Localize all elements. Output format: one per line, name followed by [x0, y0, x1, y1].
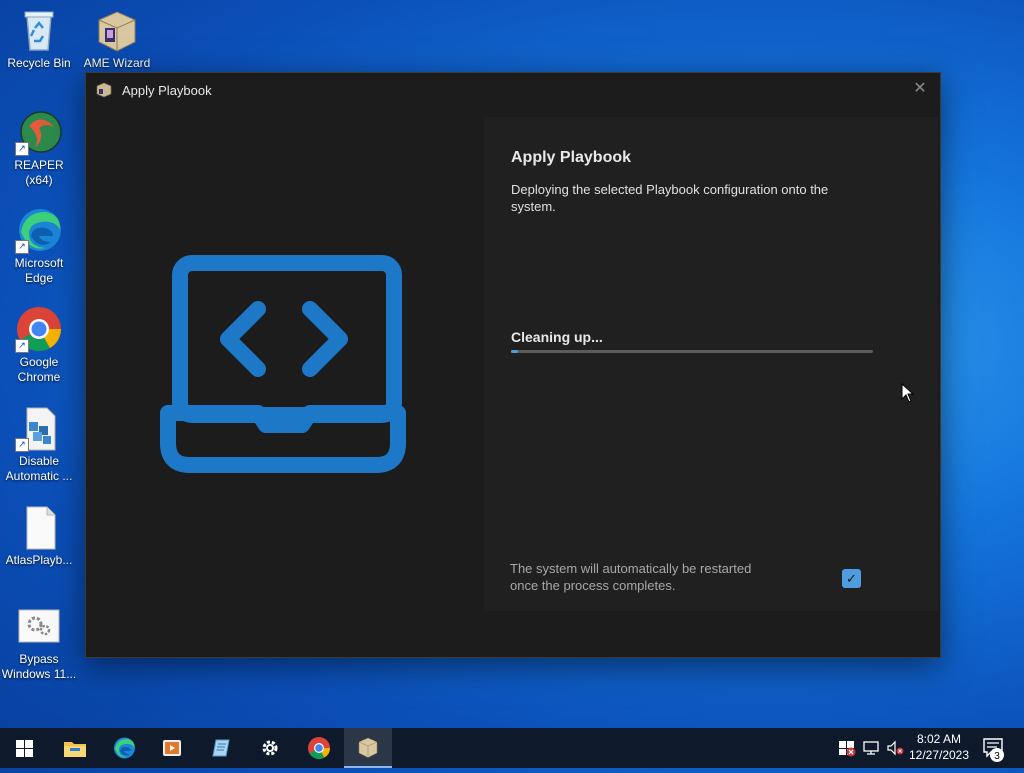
mouse-cursor-icon	[901, 382, 915, 403]
desktop-icon-label: Disable Automatic ...	[5, 454, 73, 483]
window-title: Apply Playbook	[122, 83, 212, 98]
desktop-icon-chrome[interactable]: ↗ Google Chrome	[0, 305, 78, 385]
desktop-icon-disable-automatic[interactable]: ↗ Disable Automatic ...	[0, 404, 78, 484]
security-shield-icon[interactable]	[838, 739, 856, 757]
desktop-icon-label: AtlasPlayb...	[5, 553, 73, 567]
blank-file-icon	[15, 503, 63, 551]
start-button[interactable]	[0, 728, 48, 768]
desktop-icon-bypass-windows[interactable]: Bypass Windows 11...	[0, 602, 78, 682]
checkmark-icon: ✓	[846, 571, 857, 586]
notepad-icon	[212, 739, 230, 757]
desktop-icon-recycle-bin[interactable]: Recycle Bin	[0, 6, 78, 71]
volume-muted-icon[interactable]	[886, 739, 904, 757]
reaper-icon: ↗	[15, 108, 63, 156]
apply-playbook-window: Apply Playbook ✕ Apply Playbook Deployin…	[85, 72, 941, 658]
edge-icon: ↗	[15, 206, 63, 254]
taskbar: 8:02 AM 12/27/2023 3	[0, 728, 1024, 768]
notification-count-badge: 3	[994, 751, 1000, 762]
chrome-icon	[308, 737, 330, 759]
close-icon: ✕	[913, 80, 927, 97]
desktop-icon-label: Microsoft Edge	[14, 256, 64, 285]
ame-wizard-icon	[95, 81, 113, 99]
progress-bar	[511, 350, 873, 353]
content-panel: Apply Playbook Deploying the selected Pl…	[484, 117, 938, 611]
shortcut-arrow-icon: ↗	[15, 339, 29, 353]
shortcut-arrow-icon: ↗	[15, 240, 29, 254]
desktop-icon-label: Recycle Bin	[7, 56, 71, 70]
page-description: Deploying the selected Playbook configur…	[511, 182, 829, 214]
shortcut-arrow-icon: ↗	[15, 438, 29, 452]
start-icon	[15, 739, 33, 757]
gear-file-icon	[15, 602, 63, 650]
shortcut-arrow-icon: ↗	[15, 142, 29, 156]
taskbar-settings[interactable]	[246, 728, 294, 768]
desktop-icon-atlas-playbook[interactable]: AtlasPlayb...	[0, 503, 78, 568]
status-text: Cleaning up...	[511, 329, 603, 345]
clock-date: 12/27/2023	[908, 748, 970, 762]
desktop-icon-label: Bypass Windows 11...	[1, 652, 77, 681]
chrome-icon: ↗	[15, 305, 63, 353]
taskbar-edge[interactable]	[100, 728, 148, 768]
recycle-bin-icon	[15, 6, 63, 54]
laptop-code-icon	[154, 253, 412, 477]
restart-note: The system will automatically be restart…	[510, 561, 752, 593]
desktop-icon-ame-wizard[interactable]: AME Wizard	[78, 6, 156, 71]
action-center-button[interactable]: 3	[976, 728, 1016, 768]
registry-file-icon: ↗	[15, 404, 63, 452]
desktop-icon-reaper[interactable]: ↗ REAPER (x64)	[0, 108, 78, 188]
taskbar-media-player[interactable]	[148, 728, 196, 768]
close-button[interactable]: ✕	[906, 77, 934, 101]
auto-restart-checkbox[interactable]: ✓	[842, 569, 861, 588]
taskbar-notepad[interactable]	[197, 728, 245, 768]
settings-icon	[262, 740, 278, 756]
media-player-icon	[163, 740, 181, 756]
progress-bar-fill	[511, 350, 519, 353]
desktop-icon-label: Google Chrome	[17, 355, 61, 384]
desktop-icon-label: REAPER (x64)	[14, 158, 64, 187]
file-explorer-icon	[64, 742, 86, 757]
clock-time: 8:02 AM	[916, 732, 962, 746]
window-titlebar[interactable]: Apply Playbook ✕	[86, 73, 940, 107]
notification-icon: 3	[983, 738, 1004, 762]
network-icon[interactable]	[862, 739, 880, 757]
ame-wizard-icon	[93, 6, 141, 54]
taskbar-ame-wizard[interactable]	[344, 728, 392, 768]
taskbar-chrome[interactable]	[295, 728, 343, 768]
page-title: Apply Playbook	[511, 149, 632, 166]
edge-icon	[114, 737, 135, 759]
taskbar-clock[interactable]: 8:02 AM 12/27/2023	[905, 731, 973, 763]
desktop-icon-edge[interactable]: ↗ Microsoft Edge	[0, 206, 78, 286]
ame-wizard-icon	[358, 737, 378, 758]
desktop-icon-label: AME Wizard	[83, 56, 151, 70]
taskbar-file-explorer[interactable]	[51, 728, 99, 768]
